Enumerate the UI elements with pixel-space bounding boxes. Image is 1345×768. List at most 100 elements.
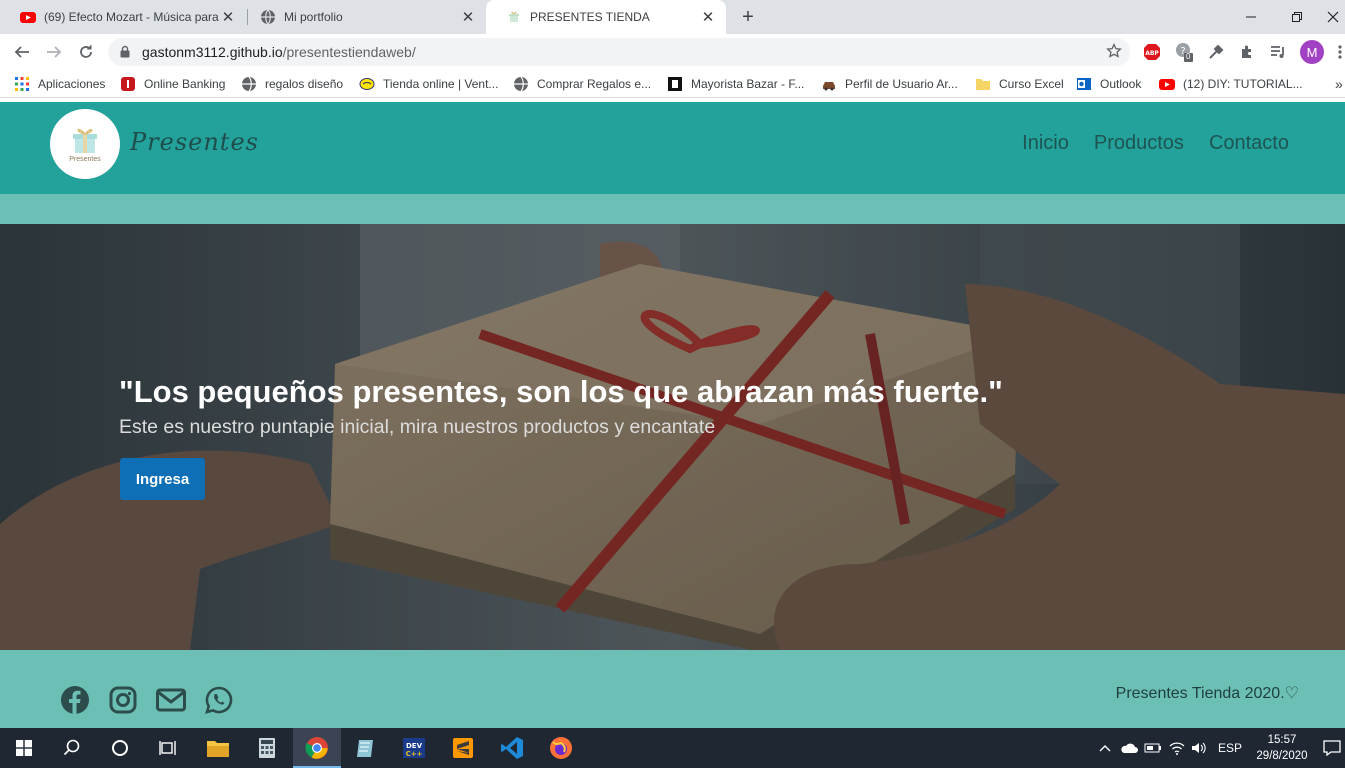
calculator-icon xyxy=(259,738,275,758)
bank-icon xyxy=(121,77,135,91)
apps-grid-icon xyxy=(15,77,29,91)
facebook-icon[interactable] xyxy=(60,685,90,715)
gift-favicon-icon xyxy=(509,11,519,22)
search-icon xyxy=(63,739,80,756)
bookmark-star-icon[interactable] xyxy=(1106,43,1122,59)
bookmark-label: Comprar Regalos e... xyxy=(537,77,652,91)
tab-title: PRESENTES TIENDA xyxy=(530,10,650,24)
tab-portfolio[interactable]: Mi portfolio ✕ xyxy=(240,0,486,34)
ext-badge-count: 0 xyxy=(1186,52,1191,61)
bookmark-label: Outlook xyxy=(1100,77,1142,91)
taskbar-clock[interactable]: 15:57 29/8/2020 xyxy=(1254,732,1310,764)
bookmarks-bar: Aplicaciones Online Banking regalos dise… xyxy=(0,70,1345,98)
menu-kebab-icon[interactable] xyxy=(1334,42,1345,62)
logo-text: Presentes xyxy=(69,156,101,163)
nav-contacto[interactable]: Contacto xyxy=(1209,132,1289,155)
bookmark-regalos-diseno[interactable]: regalos diseño xyxy=(241,75,343,93)
main-nav: Inicio Productos Contacto xyxy=(1022,132,1289,155)
notifications-icon[interactable] xyxy=(1322,738,1342,758)
instagram-icon[interactable] xyxy=(108,685,138,715)
folder-icon xyxy=(207,741,229,757)
reload-button[interactable] xyxy=(74,40,98,64)
bookmark-perfil-usuario[interactable]: Perfil de Usuario Ar... xyxy=(821,75,958,93)
notes-app-button[interactable] xyxy=(341,728,389,768)
web-page: Presentes Presentes Inicio Productos Con… xyxy=(0,102,1345,728)
site-logo[interactable]: Presentes xyxy=(50,109,120,179)
chrome-taskbar-button[interactable] xyxy=(293,728,341,768)
profile-avatar[interactable]: M xyxy=(1300,40,1324,64)
bazar-icon xyxy=(668,77,682,91)
nav-inicio[interactable]: Inicio xyxy=(1022,132,1069,155)
url-text: gastonm3112.github.io/presentestiendaweb… xyxy=(142,44,416,60)
task-view-button[interactable] xyxy=(144,728,192,768)
onedrive-cloud-icon[interactable] xyxy=(1120,738,1138,758)
language-indicator[interactable]: ESP xyxy=(1214,738,1246,758)
bookmark-curso-excel[interactable]: Curso Excel xyxy=(975,75,1064,93)
mail-icon[interactable] xyxy=(156,685,186,715)
firefox-button[interactable] xyxy=(537,728,585,768)
nav-productos[interactable]: Productos xyxy=(1094,132,1184,155)
back-button[interactable] xyxy=(10,40,34,64)
wifi-icon[interactable] xyxy=(1168,738,1186,758)
devc-button[interactable]: DEV C++ xyxy=(390,728,438,768)
url-host: gastonm3112.github.io xyxy=(142,44,283,60)
bookmark-comprar-regalos[interactable]: Comprar Regalos e... xyxy=(513,75,651,93)
sublime-icon xyxy=(453,738,473,758)
cortana-circle-icon xyxy=(112,740,128,756)
chrome-icon xyxy=(305,737,328,759)
tab-youtube[interactable]: (69) Efecto Mozart - Música para ✕ xyxy=(0,0,246,34)
tab-strip: (69) Efecto Mozart - Música para ✕ Mi po… xyxy=(0,0,1345,34)
restore-button[interactable] xyxy=(1274,0,1320,34)
start-button[interactable] xyxy=(0,728,48,768)
site-header: Presentes Presentes Inicio Productos Con… xyxy=(0,102,1345,194)
firefox-icon xyxy=(550,737,572,759)
close-icon xyxy=(1327,11,1338,23)
bookmark-tienda-online[interactable]: Tienda online | Vent... xyxy=(359,75,498,93)
media-queue-icon[interactable] xyxy=(1268,42,1288,62)
bookmark-apps[interactable]: Aplicaciones xyxy=(14,75,105,93)
extensions-puzzle-icon[interactable] xyxy=(1237,42,1257,62)
address-bar[interactable]: gastonm3112.github.io/presentestiendaweb… xyxy=(108,38,1130,66)
bookmark-outlook[interactable]: Outlook xyxy=(1076,75,1141,93)
close-window-button[interactable] xyxy=(1320,0,1345,34)
hero-title: "Los pequeños presentes, son los que abr… xyxy=(119,374,1003,409)
vscode-button[interactable] xyxy=(488,728,536,768)
tray-chevron-icon[interactable] xyxy=(1096,738,1114,758)
bookmark-label: Perfil de Usuario Ar... xyxy=(845,77,958,91)
tab-title: Mi portfolio xyxy=(284,10,343,24)
volume-icon[interactable] xyxy=(1190,738,1208,758)
close-tab-icon[interactable]: ✕ xyxy=(700,9,716,26)
globe-icon xyxy=(261,9,275,25)
calculator-button[interactable] xyxy=(243,728,291,768)
adblock-icon[interactable]: ABP xyxy=(1142,42,1162,62)
close-tab-icon[interactable]: ✕ xyxy=(460,9,476,26)
bookmark-diy-tutorial[interactable]: (12) DIY: TUTORIAL... xyxy=(1159,75,1303,93)
bookmark-mayorista-bazar[interactable]: Mayorista Bazar - F... xyxy=(667,75,804,93)
battery-icon[interactable] xyxy=(1144,738,1162,758)
new-tab-button[interactable]: + xyxy=(738,6,758,28)
header-stripe xyxy=(0,194,1345,224)
site-footer: Presentes Tienda 2020.♡ xyxy=(0,650,1345,728)
back-arrow-icon xyxy=(14,46,29,58)
brand-name[interactable]: Presentes xyxy=(130,128,259,156)
cortana-button[interactable] xyxy=(96,728,144,768)
ingresa-button[interactable]: Ingresa xyxy=(120,458,205,500)
whatsapp-icon[interactable] xyxy=(204,685,234,715)
minimize-button[interactable] xyxy=(1228,0,1274,34)
restore-icon xyxy=(1292,12,1302,22)
bookmarks-overflow-chevron[interactable]: » xyxy=(1335,75,1343,93)
close-tab-icon[interactable]: ✕ xyxy=(220,9,236,26)
forward-button[interactable] xyxy=(42,40,66,64)
eyedropper-icon[interactable] xyxy=(1206,42,1226,62)
lock-icon xyxy=(120,45,130,58)
tab-presentes[interactable]: PRESENTES TIENDA ✕ xyxy=(486,0,726,34)
svg-text:ABP: ABP xyxy=(1145,50,1159,57)
bookmark-online-banking[interactable]: Online Banking xyxy=(120,75,225,93)
youtube-icon xyxy=(20,12,36,23)
sublime-text-button[interactable] xyxy=(439,728,487,768)
extension-badge-icon[interactable]: ? 0 xyxy=(1174,42,1194,62)
svg-text:DEV: DEV xyxy=(406,742,423,750)
file-explorer-button[interactable] xyxy=(194,728,242,768)
search-button[interactable] xyxy=(48,728,96,768)
social-links xyxy=(60,685,234,715)
